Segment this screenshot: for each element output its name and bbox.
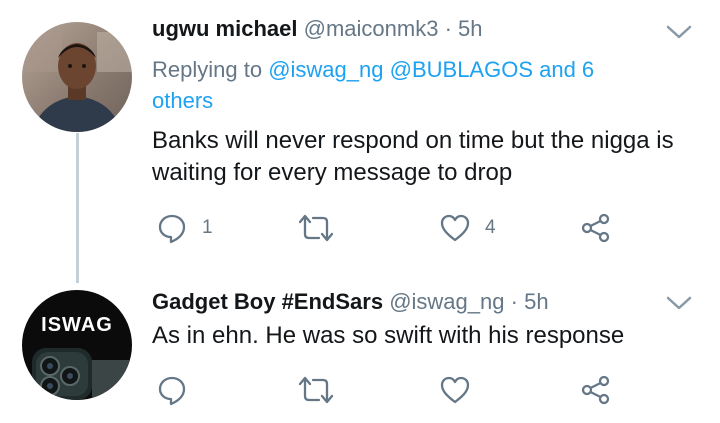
tweet-text: Banks will never respond on time but the… xyxy=(152,125,712,189)
chevron-down-icon[interactable] xyxy=(665,294,693,312)
tweet-text-line-1: As in ehn. He was so swift with his resp… xyxy=(152,322,625,349)
retweet-button[interactable] xyxy=(297,212,349,244)
tweet-text-line-1: Banks will never respond on time but the… xyxy=(152,127,674,154)
thread-line xyxy=(76,133,79,283)
retweet-icon xyxy=(297,212,335,244)
timestamp[interactable]: 5h xyxy=(458,16,482,41)
reply-count: 1 xyxy=(202,217,213,238)
like-button[interactable]: 4 xyxy=(439,212,496,244)
separator-dot: · xyxy=(444,16,452,41)
display-name[interactable]: Gadget Boy #EndSars xyxy=(152,289,383,314)
share-icon xyxy=(580,374,612,406)
reply-icon xyxy=(156,212,188,244)
reply-button[interactable]: 1 xyxy=(156,212,213,244)
separator-dot: · xyxy=(510,289,518,314)
like-button[interactable] xyxy=(439,374,485,406)
tweet-text: As in ehn. He was so swift with his resp… xyxy=(152,320,712,352)
share-button[interactable] xyxy=(580,374,612,406)
avatar-gadget-boy[interactable]: iSWAG xyxy=(22,290,132,400)
mention-others[interactable]: @BUBLAGOS and 6 xyxy=(390,57,595,82)
share-button[interactable] xyxy=(580,212,612,244)
mention-iswag[interactable]: @iswag_ng xyxy=(268,57,383,82)
timestamp[interactable]: 5h xyxy=(524,289,548,314)
share-icon xyxy=(580,212,612,244)
retweet-icon xyxy=(297,374,335,406)
avatar-ugwu-michael[interactable] xyxy=(22,22,132,132)
tweet-text-line-2: waiting for every message to drop xyxy=(152,159,513,186)
display-name[interactable]: ugwu michael xyxy=(152,16,297,41)
avatar-logo-text: iSWAG xyxy=(41,314,113,336)
tweet-header: ugwu michael @maiconmk3 · 5h xyxy=(152,15,483,43)
replying-to: Replying to @iswag_ng @BUBLAGOS and 6 ot… xyxy=(152,54,692,116)
reply-icon xyxy=(156,374,188,406)
like-count: 4 xyxy=(485,217,496,238)
like-icon xyxy=(439,374,471,406)
retweet-button[interactable] xyxy=(297,374,349,406)
user-handle[interactable]: @maiconmk3 xyxy=(304,16,439,41)
chevron-down-icon[interactable] xyxy=(665,23,693,41)
user-handle[interactable]: @iswag_ng xyxy=(389,289,504,314)
replying-prefix: Replying to xyxy=(152,57,263,82)
tweet-header: Gadget Boy #EndSars @iswag_ng · 5h xyxy=(152,288,549,316)
mention-others-line2[interactable]: others xyxy=(152,88,213,113)
reply-button[interactable] xyxy=(156,374,202,406)
like-icon xyxy=(439,212,471,244)
